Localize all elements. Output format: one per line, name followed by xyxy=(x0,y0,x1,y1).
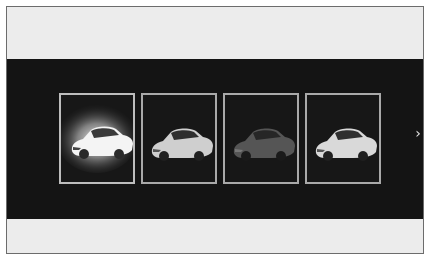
car-image-1 xyxy=(61,105,133,173)
car-tile-2[interactable] xyxy=(141,93,217,184)
car-tile-3[interactable] xyxy=(223,93,299,184)
bottom-bar xyxy=(7,219,423,253)
top-bar xyxy=(7,7,423,59)
display-frame: › xyxy=(6,6,424,254)
car-image-3 xyxy=(233,128,295,161)
car-image-4 xyxy=(315,128,377,161)
car-image-2 xyxy=(151,128,213,161)
car-tile-4[interactable] xyxy=(305,93,381,184)
vehicle-color-selector: › xyxy=(7,59,423,219)
chevron-right-icon[interactable]: › xyxy=(412,123,423,145)
car-tile-1[interactable] xyxy=(59,93,135,184)
